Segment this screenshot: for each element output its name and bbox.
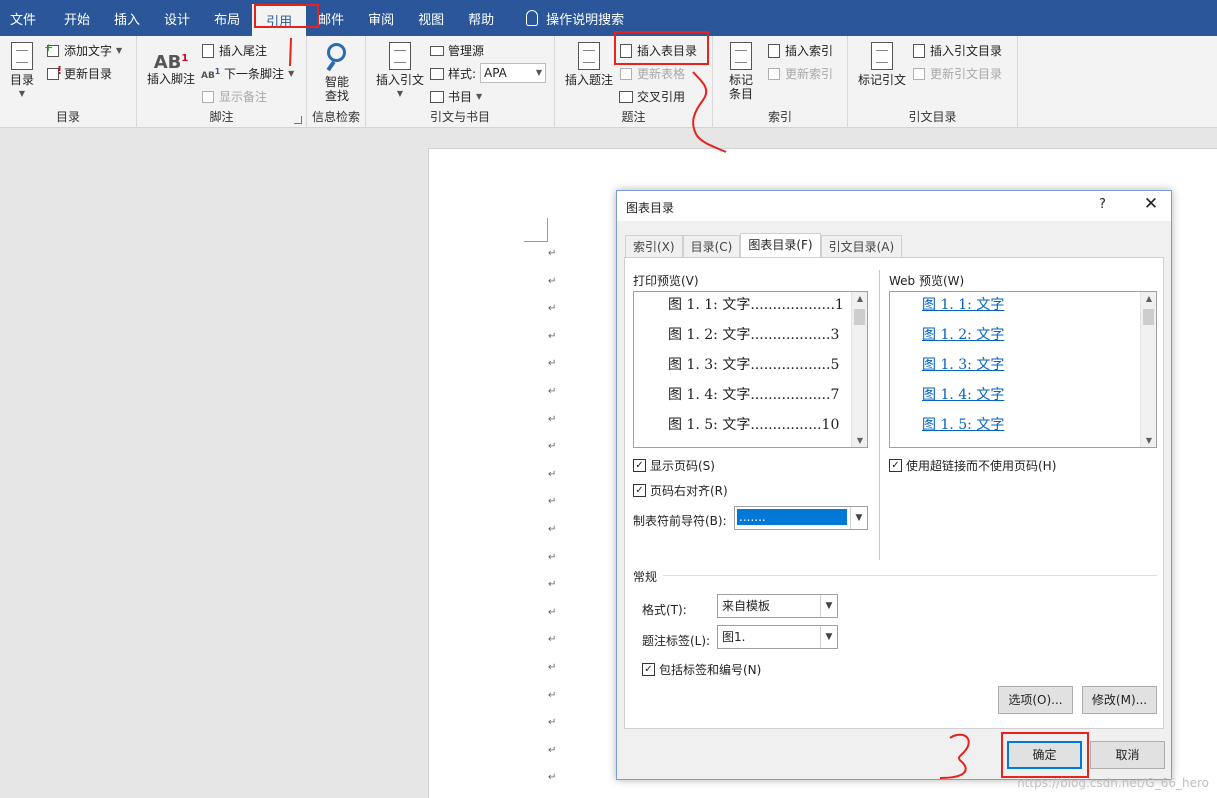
annotation-strokes xyxy=(289,37,970,779)
watermark: https://blog.csdn.net/G_66_hero xyxy=(1017,776,1209,790)
